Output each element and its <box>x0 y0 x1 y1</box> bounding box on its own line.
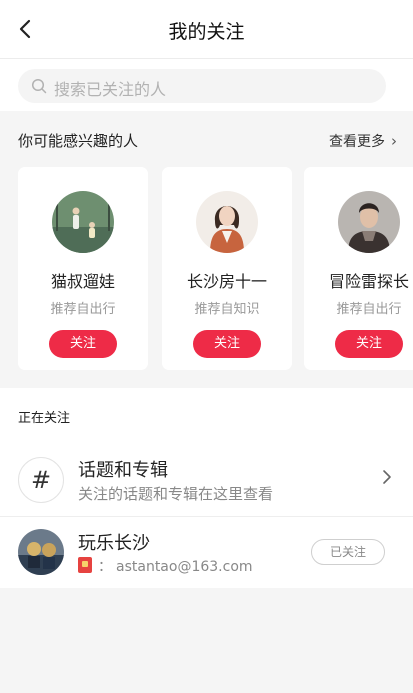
card-subtitle: 推荐自知识 <box>194 302 260 317</box>
hashtag-icon: # <box>18 457 64 503</box>
search-input[interactable]: 搜索已关注的人 <box>18 69 386 103</box>
card-subtitle: 推荐自出行 <box>50 302 116 317</box>
topics-title: 话题和专辑 <box>78 460 168 481</box>
red-packet-icon <box>78 557 92 573</box>
search-placeholder: 搜索已关注的人 <box>54 80 167 99</box>
see-more-label: 查看更多 <box>329 134 385 150</box>
user-email: astantao@163.com <box>116 559 253 575</box>
search-icon <box>31 78 47 94</box>
user-email-row: ： astantao@163.com <box>78 556 253 576</box>
page-title: 我的关注 <box>168 21 245 43</box>
followed-user-row[interactable]: 玩乐长沙 ： astantao@163.com 已关注 <box>0 517 413 587</box>
follow-button[interactable]: 关注 <box>335 330 403 358</box>
recommend-cards: 猫叔遛娃 推荐自出行 关注 长沙房十一 推荐自知识 关注 冒险雷探长 推荐自出行… <box>0 164 413 370</box>
chevron-right-icon: › <box>391 132 397 150</box>
follow-button[interactable]: 关注 <box>49 330 117 358</box>
avatar <box>52 191 114 253</box>
recommend-header: 你可能感兴趣的人 查看更多 › <box>0 116 413 164</box>
following-title: 正在关注 <box>18 411 71 426</box>
recommend-title: 你可能感兴趣的人 <box>18 132 139 150</box>
user-name: 玩乐长沙 <box>78 533 150 554</box>
topics-subtitle: 关注的话题和专辑在这里查看 <box>78 485 274 503</box>
recommend-card[interactable]: 冒险雷探长 推荐自出行 关注 <box>304 167 413 370</box>
followed-button[interactable]: 已关注 <box>311 539 385 565</box>
card-name: 冒险雷探长 <box>328 272 409 291</box>
avatar <box>196 191 258 253</box>
header-bar: 我的关注 <box>0 0 413 59</box>
card-name: 猫叔遛娃 <box>50 272 115 291</box>
chevron-right-icon <box>383 470 391 484</box>
card-name: 长沙房十一 <box>186 272 267 291</box>
card-subtitle: 推荐自出行 <box>336 302 402 317</box>
follow-button[interactable]: 关注 <box>193 330 261 358</box>
following-section: 正在关注 # 话题和专辑 关注的话题和专辑在这里查看 玩乐长沙 ： astanta… <box>0 388 413 588</box>
recommend-card[interactable]: 长沙房十一 推荐自知识 关注 <box>162 167 292 370</box>
search-area: 搜索已关注的人 <box>0 59 413 111</box>
topics-row[interactable]: # 话题和专辑 关注的话题和专辑在这里查看 <box>0 446 413 517</box>
email-separator: ： <box>98 559 112 575</box>
avatar <box>338 191 400 253</box>
see-more-link[interactable]: 查看更多 › <box>329 131 397 151</box>
recommend-card[interactable]: 猫叔遛娃 推荐自出行 关注 <box>18 167 148 370</box>
avatar <box>18 529 64 575</box>
